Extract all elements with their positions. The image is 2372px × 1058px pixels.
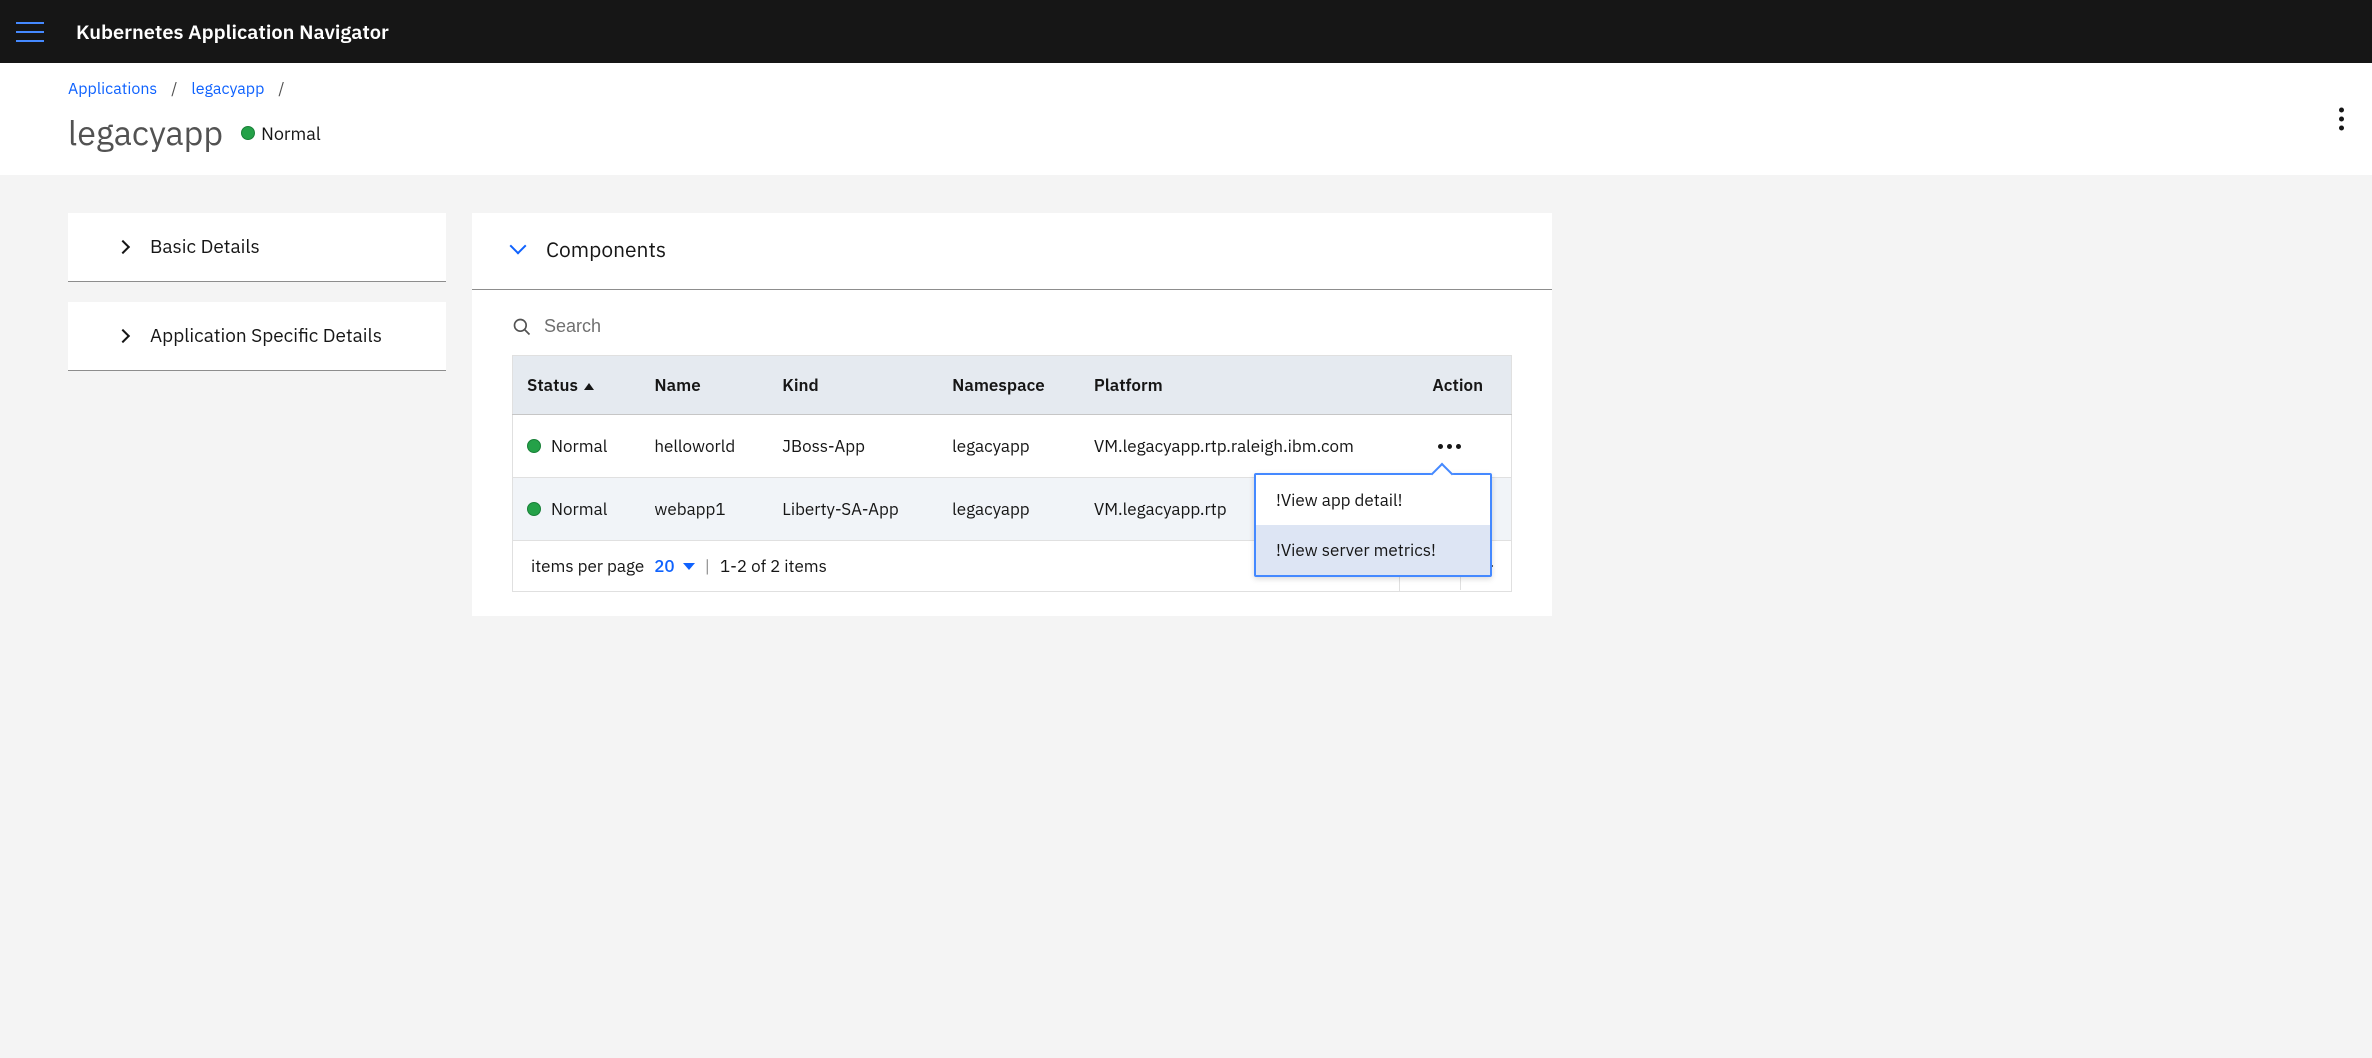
status-dot-icon [527, 439, 541, 453]
cell-namespace: legacyapp [938, 415, 1080, 478]
app-title: Kubernetes Application Navigator [76, 18, 389, 45]
popover-item-view-server-metrics[interactable]: !View server metrics! [1256, 525, 1490, 575]
breadcrumb-separator: / [171, 79, 177, 99]
status-dot-icon [527, 502, 541, 516]
panel-header[interactable]: Components [472, 213, 1552, 290]
hamburger-menu-icon[interactable] [16, 22, 44, 42]
col-name[interactable]: Name [640, 356, 768, 415]
breadcrumb-link-applications[interactable]: Applications [68, 79, 157, 99]
breadcrumb-link-legacyapp[interactable]: legacyapp [191, 79, 264, 99]
overflow-menu-icon[interactable] [2331, 100, 2352, 139]
title-row: legacyapp Normal [68, 111, 2304, 155]
items-per-page-select[interactable]: 20 [654, 555, 694, 577]
row-action-menu-icon[interactable] [1432, 438, 1497, 455]
components-table-wrap: Status Name Kind Namespace Platform Acti… [472, 355, 1552, 592]
sidebar-item-app-specific-details[interactable]: Application Specific Details [68, 302, 446, 371]
sort-asc-icon [584, 383, 594, 390]
content-area: Basic Details Application Specific Detai… [0, 175, 2372, 654]
action-popover: !View app detail! !View server metrics! [1254, 473, 1492, 577]
sidebar-item-basic-details[interactable]: Basic Details [68, 213, 446, 282]
divider: | [705, 555, 710, 577]
chevron-right-icon [116, 240, 130, 254]
cell-kind: Liberty-SA-App [768, 478, 938, 541]
cell-kind: JBoss-App [768, 415, 938, 478]
breadcrumb-separator: / [278, 79, 284, 99]
status-dot-icon [241, 126, 255, 140]
caret-down-icon [683, 563, 695, 570]
app-header: Kubernetes Application Navigator [0, 0, 2372, 63]
col-namespace[interactable]: Namespace [938, 356, 1080, 415]
sidebar-item-label: Application Specific Details [150, 324, 382, 348]
items-per-page-label: items per page [531, 555, 644, 577]
cell-name: helloworld [640, 415, 768, 478]
col-kind[interactable]: Kind [768, 356, 938, 415]
cell-status: Normal [551, 435, 607, 457]
chevron-down-icon [510, 238, 527, 255]
page-subheader: Applications / legacyapp / legacyapp Nor… [0, 63, 2372, 175]
components-panel: Components Status Name Kind Namespace Pl… [472, 213, 1552, 616]
cell-namespace: legacyapp [938, 478, 1080, 541]
cell-status: Normal [551, 498, 607, 520]
status-badge: Normal [241, 122, 321, 145]
breadcrumb: Applications / legacyapp / [68, 79, 2304, 99]
cell-name: webapp1 [640, 478, 768, 541]
chevron-right-icon [116, 329, 130, 343]
search-icon [512, 317, 532, 337]
panel-title: Components [546, 235, 666, 263]
col-status[interactable]: Status [513, 356, 641, 415]
page-title: legacyapp [68, 111, 223, 155]
popover-item-view-app-detail[interactable]: !View app detail! [1256, 475, 1490, 525]
col-action: Action [1418, 356, 1511, 415]
status-label: Normal [261, 122, 321, 145]
col-platform[interactable]: Platform [1080, 356, 1418, 415]
search-row [472, 290, 1552, 355]
sidebar-item-label: Basic Details [150, 235, 260, 259]
details-sidebar: Basic Details Application Specific Detai… [68, 213, 446, 371]
pagination-range: 1-2 of 2 items [720, 555, 827, 577]
search-input[interactable] [544, 316, 1512, 337]
cell-platform: VM.legacyapp.rtp.raleigh.ibm.com [1080, 415, 1418, 478]
table-row: Normal helloworld JBoss-App legacyapp VM… [513, 415, 1512, 478]
